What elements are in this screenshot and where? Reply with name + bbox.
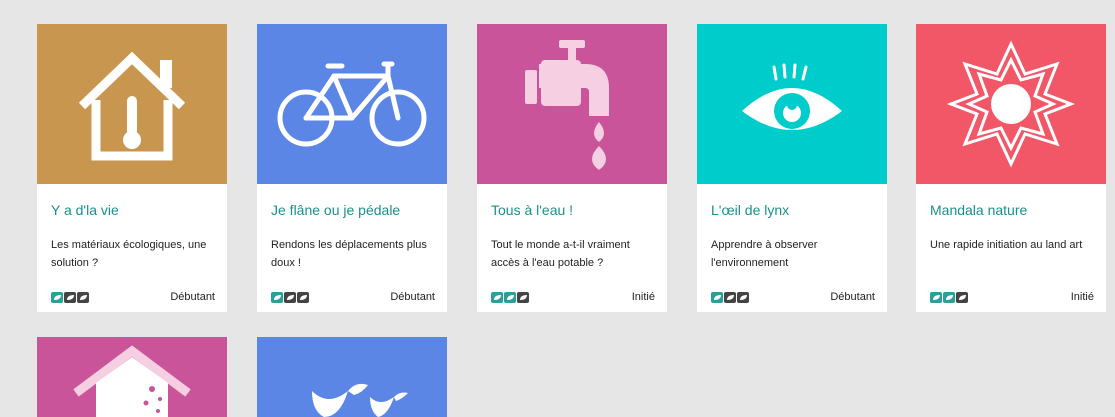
leaf-inactive-icon [737,291,749,303]
leaf-active-icon [711,291,723,303]
leaf-active-icon [943,291,955,303]
difficulty-leaves [711,291,749,303]
difficulty-leaves [930,291,968,303]
water-tap-icon [525,40,609,170]
card-description: Les matériaux écologiques, une solution … [51,239,207,269]
activity-card-tous-a-leau[interactable]: Tous à l'eau ! Tout le monde a-t-il vrai… [477,24,667,312]
leaf-inactive-icon [297,291,309,303]
activity-card-loeil-de-lynx[interactable]: L'œil de lynx Apprendre à observer l'env… [697,24,887,312]
house-thermometer-icon [78,51,186,161]
difficulty-leaves [271,291,309,303]
activity-card-y-a-dla-vie[interactable]: Y a d'la vie Les matériaux écologiques, … [37,24,227,312]
card-image[interactable] [257,337,447,417]
activity-grid: Y a d'la vie Les matériaux écologiques, … [0,0,1115,417]
card-image[interactable] [257,24,447,184]
eye-icon [742,63,842,130]
card-title[interactable]: Je flâne ou je pédale [271,202,400,218]
leaf-inactive-icon [64,291,76,303]
card-title[interactable]: Y a d'la vie [51,202,119,218]
leaf-inactive-icon [284,291,296,303]
card-description: Apprendre à observer l'environnement [711,239,818,269]
card-title[interactable]: L'œil de lynx [711,202,789,218]
activity-card-partial-2[interactable] [257,337,447,417]
card-image[interactable] [37,24,227,184]
card-description: Une rapide initiation au land art [930,239,1083,251]
leaf-inactive-icon [77,291,89,303]
card-footer: Initié [930,290,1094,304]
difficulty-label: Initié [631,291,655,303]
mandala-icon [946,40,1076,168]
card-description: Rendons les déplacements plus doux ! [271,239,427,269]
leaf-inactive-icon [724,291,736,303]
house-broken-icon [73,345,191,417]
card-image[interactable] [697,24,887,184]
leaf-inactive-icon [956,291,968,303]
card-image[interactable] [916,24,1106,184]
difficulty-label: Débutant [170,291,215,303]
leaf-active-icon [271,291,283,303]
difficulty-label: Débutant [390,291,435,303]
difficulty-label: Débutant [830,291,875,303]
leaf-active-icon [504,291,516,303]
activity-card-je-flane-ou-je-pedale[interactable]: Je flâne ou je pédale Rendons les déplac… [257,24,447,312]
card-title[interactable]: Tous à l'eau ! [491,202,573,218]
difficulty-leaves [51,291,89,303]
card-title[interactable]: Mandala nature [930,202,1027,218]
birds-icon [312,383,408,417]
card-footer: Débutant [711,290,875,304]
activity-card-mandala-nature[interactable]: Mandala nature Une rapide initiation au … [916,24,1106,312]
card-description: Tout le monde a-t-il vraiment accès à l'… [491,239,630,269]
card-footer: Débutant [51,290,215,304]
leaf-active-icon [491,291,503,303]
card-image[interactable] [477,24,667,184]
card-footer: Initié [491,290,655,304]
leaf-inactive-icon [517,291,529,303]
difficulty-leaves [491,291,529,303]
leaf-active-icon [930,291,942,303]
difficulty-label: Initié [1070,291,1094,303]
card-footer: Débutant [271,290,435,304]
leaf-active-icon [51,291,63,303]
bicycle-icon [277,61,427,147]
activity-card-partial-1[interactable] [37,337,227,417]
card-image[interactable] [37,337,227,417]
